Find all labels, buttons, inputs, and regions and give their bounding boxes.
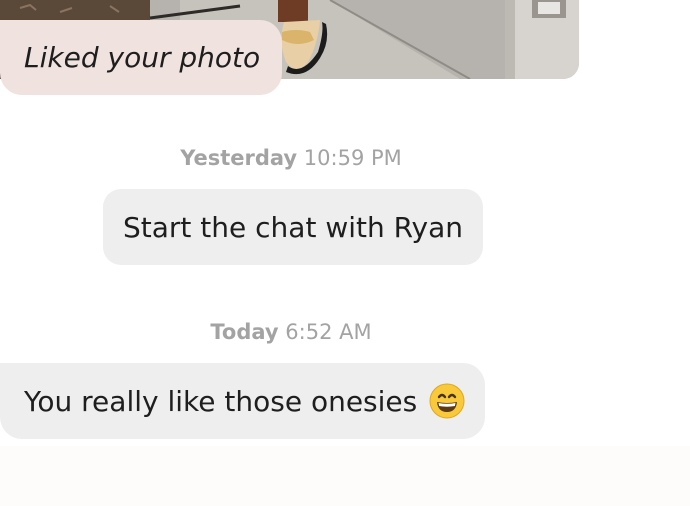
composer-area	[0, 446, 690, 506]
timestamp-day: Today	[210, 320, 279, 344]
message-bubble[interactable]: You really like those onesies	[0, 363, 486, 439]
liked-photo-bubble: Liked your photo	[0, 20, 283, 95]
timestamp-time: 10:59 PM	[303, 146, 402, 170]
liked-photo-caption: Liked your photo	[24, 41, 261, 74]
message-bubble[interactable]: Start the chat with Ryan	[103, 189, 484, 265]
timestamp-today: Today 6:52 AM	[0, 320, 582, 344]
message-text: You really like those onesies	[24, 384, 418, 418]
timestamp-time: 6:52 AM	[285, 320, 372, 344]
grinning-face-icon	[429, 383, 465, 419]
timestamp-yesterday: Yesterday 10:59 PM	[0, 146, 582, 170]
message-text: Start the chat with Ryan	[123, 210, 464, 244]
timestamp-day: Yesterday	[180, 146, 298, 170]
